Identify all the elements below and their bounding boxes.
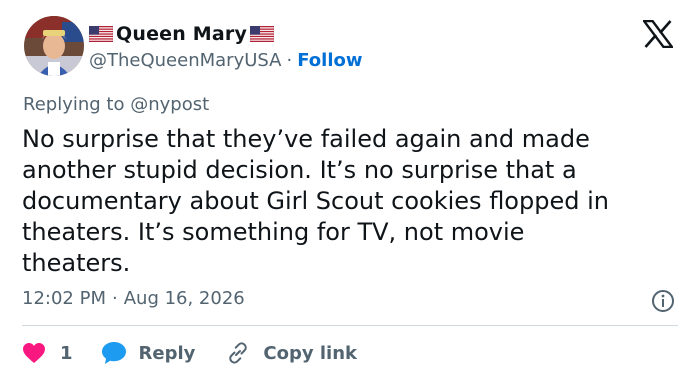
x-logo-icon[interactable]	[643, 20, 673, 48]
tweet-actions: 1 Reply Copy link	[22, 339, 357, 367]
reply-label: Reply	[138, 342, 196, 364]
us-flag-icon	[250, 26, 275, 42]
replying-prefix: Replying to	[23, 94, 125, 115]
tweet-text: No surprise that they’ve failed again an…	[22, 125, 609, 277]
separator-dot: ·	[111, 288, 118, 309]
reply-mention-link[interactable]: @nypost	[130, 94, 209, 115]
info-icon[interactable]	[651, 289, 675, 313]
divider	[22, 325, 678, 326]
speech-bubble-icon	[101, 341, 127, 365]
like-count: 1	[60, 342, 73, 364]
follow-button[interactable]: Follow	[297, 50, 362, 71]
replying-to: Replying to @nypost	[23, 94, 209, 115]
reply-button[interactable]: Reply	[101, 341, 196, 365]
tweet-timestamp[interactable]: 12:02 PM · Aug 16, 2026	[22, 288, 245, 309]
heart-icon	[22, 342, 46, 364]
author-display-name[interactable]: Queen Mary	[116, 23, 247, 45]
tweet-time[interactable]: 12:02 PM	[22, 288, 106, 309]
copy-link-label: Copy link	[263, 342, 357, 364]
link-icon	[225, 340, 251, 366]
like-button[interactable]: 1	[22, 342, 73, 364]
author-handle[interactable]: @TheQueenMaryUSA	[89, 50, 281, 71]
author-handle-row: @TheQueenMaryUSA · Follow	[89, 48, 363, 72]
us-flag-icon	[89, 26, 113, 42]
tweet-date[interactable]: Aug 16, 2026	[124, 288, 245, 309]
separator-dot: ·	[286, 49, 293, 71]
author-name-row: Queen Mary	[89, 20, 275, 48]
copy-link-button[interactable]: Copy link	[225, 340, 357, 366]
avatar[interactable]	[24, 16, 84, 76]
